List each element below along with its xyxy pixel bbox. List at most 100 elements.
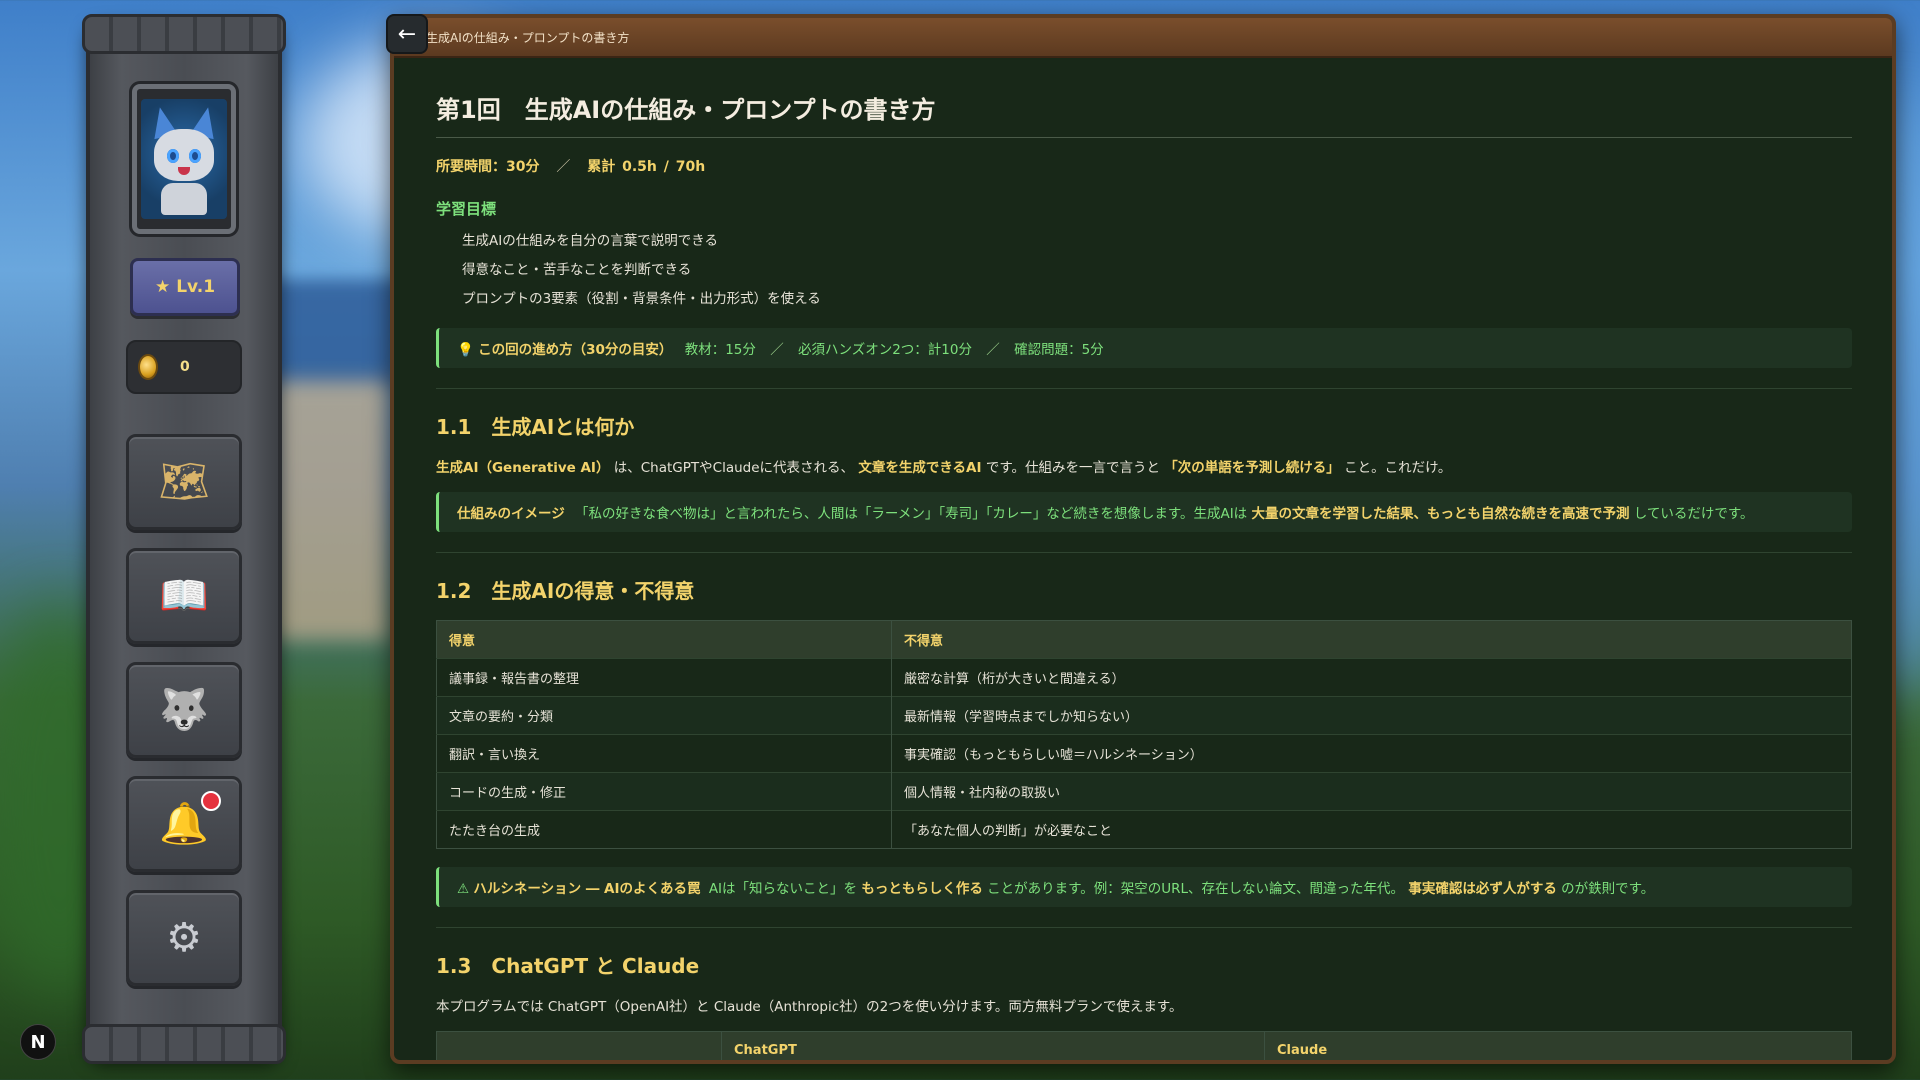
section-heading-1-2: 1.2 生成AIの得意・不得意	[436, 579, 695, 603]
hallucination-callout: ⚠ ハルシネーション ― AIのよくある罠 AIは「知らないこと」を もっともら…	[436, 867, 1852, 907]
coin-icon	[138, 354, 158, 380]
table-cell: 「あなた個人の判断」が必要なこと	[891, 810, 1852, 849]
level-badge: ★ Lv.1	[130, 258, 240, 316]
warning-title: ハルシネーション ― AIのよくある罠	[473, 881, 701, 897]
emphasis: 「次の単語を予測し続ける」	[1164, 460, 1340, 476]
comparison-table: ChatGPT Claude	[436, 1031, 1852, 1060]
lesson-panel: 生成AIの仕組み・プロンプトの書き方 第1回 生成AIの仕組み・プロンプトの書き…	[390, 14, 1896, 1064]
text-span: 「私の好きな食べ物は」と言われたら、人間は「ラーメン」「寿司」「カレー」など続き…	[575, 506, 1248, 522]
divider	[436, 927, 1852, 928]
text-span: しているだけです。	[1633, 506, 1754, 522]
table-cell: コードの生成・修正	[436, 772, 892, 811]
table-cell: たたき台の生成	[436, 810, 892, 849]
avatar-image	[141, 99, 227, 219]
total-time: 累計 0.5h / 70h	[587, 159, 706, 175]
coin-counter: 0	[126, 340, 242, 394]
sidebar-item-map[interactable]: 🗺	[126, 434, 242, 530]
text-span: AIは「知らないこと」を	[708, 881, 858, 897]
star-icon: ★	[154, 277, 171, 297]
table-row: 文章の要約・分類 最新情報（学習時点までしか知らない）	[436, 696, 1852, 735]
text-span: のが鉄則です。	[1561, 881, 1655, 897]
sidebar-item-character[interactable]: 🐺	[126, 662, 242, 758]
sidebar-item-book[interactable]: 📖	[126, 548, 242, 644]
warning-icon: ⚠	[457, 881, 470, 897]
mechanism-callout: 仕組みのイメージ 「私の好きな食べ物は」と言われたら、人間は「ラーメン」「寿司」…	[436, 492, 1852, 532]
sidebar-top-battlement	[82, 14, 286, 54]
arrow-left-icon: ←	[397, 21, 417, 47]
section-1-3-paragraph: 本プログラムでは ChatGPT（OpenAI社）と Claude（Anthro…	[436, 999, 1183, 1015]
table-cell: 議事録・報告書の整理	[436, 658, 892, 697]
n-badge[interactable]: N	[20, 1024, 56, 1060]
book-icon: 📖	[159, 573, 209, 619]
table-header	[436, 1031, 722, 1060]
list-item: プロンプトの3要素（役割・背景条件・出力形式）を使える	[462, 291, 821, 307]
required-time: 所要時間：30分	[436, 159, 540, 175]
table-header-row: 得意 不得意	[436, 620, 1852, 659]
map-icon: 🗺	[158, 459, 210, 505]
sidebar-item-settings[interactable]: ⚙	[126, 890, 242, 986]
fox-eye-icon	[167, 149, 179, 163]
back-button[interactable]: ←	[386, 14, 428, 54]
plan-separator: ／	[986, 342, 1000, 358]
strengths-weaknesses-table: 得意 不得意 議事録・報告書の整理 厳密な計算（桁が大きいと間違える） 文章の要…	[436, 620, 1852, 849]
notification-badge	[201, 791, 221, 811]
fox-body-icon	[161, 183, 207, 215]
table-row: 翻訳・言い換え 事実確認（もっともらしい嘘＝ハルシネーション）	[436, 734, 1852, 773]
table-header: 不得意	[891, 620, 1852, 659]
text-span: です。仕組みを一言で言うと	[985, 460, 1160, 476]
level-label: Lv.1	[176, 277, 216, 297]
callout-title: 仕組みのイメージ	[457, 506, 565, 522]
fox-eye-icon	[189, 149, 201, 163]
house-blur	[270, 380, 390, 640]
meta-separator: ／	[556, 159, 571, 175]
table-cell: 厳密な計算（桁が大きいと間違える）	[891, 658, 1852, 697]
table-row: コードの生成・修正 個人情報・社内秘の取扱い	[436, 772, 1852, 811]
section-heading-1-1: 1.1 生成AIとは何か	[436, 415, 635, 439]
emphasis: 文章を生成できるAI	[858, 460, 982, 476]
divider	[436, 552, 1852, 553]
table-row: たたき台の生成 「あなた個人の判断」が必要なこと	[436, 810, 1852, 849]
lightbulb-icon: 💡	[457, 342, 474, 358]
table-cell: 翻訳・言い換え	[436, 734, 892, 773]
panel-header: 生成AIの仕組み・プロンプトの書き方	[394, 18, 1892, 58]
table-cell: 最新情報（学習時点までしか知らない）	[891, 696, 1852, 735]
emphasis: 事実確認は必ず人がする	[1408, 881, 1557, 897]
table-header: 得意	[436, 620, 892, 659]
list-item: 得意なこと・苦手なことを判断できる	[462, 262, 692, 278]
text-span: ことがあります。例：架空のURL、存在しない論文、間違った年代。	[987, 881, 1405, 897]
term-generative-ai: 生成AI（Generative AI）	[436, 460, 610, 476]
sidebar: ★ Lv.1 0 🗺 📖 🐺 🔔 ⚙	[82, 14, 286, 1064]
lesson-content[interactable]: 第1回 生成AIの仕組み・プロンプトの書き方 所要時間：30分 ／ 累計 0.5…	[394, 58, 1892, 1060]
page-title: 第1回 生成AIの仕組み・プロンプトの書き方	[436, 90, 1852, 138]
text-span: は、ChatGPTやClaudeに代表される、	[613, 460, 855, 476]
divider	[436, 388, 1852, 389]
text-span: こと。これだけ。	[1344, 460, 1452, 476]
table-cell: 文章の要約・分類	[436, 696, 892, 735]
gear-icon: ⚙	[166, 915, 202, 961]
plan-part: 確認問題：5分	[1014, 342, 1104, 358]
sidebar-item-notifications[interactable]: 🔔	[126, 776, 242, 872]
plan-part: 必須ハンズオン2つ：計10分	[797, 342, 972, 358]
section-heading-1-3: 1.3 ChatGPT と Claude	[436, 954, 700, 978]
plan-callout: 💡 この回の進め方（30分の目安） 教材：15分 ／ 必須ハンズオン2つ：計10…	[436, 328, 1852, 368]
time-meta: 所要時間：30分 ／ 累計 0.5h / 70h	[436, 156, 1852, 176]
plan-separator: ／	[770, 342, 784, 358]
panel-header-title: 生成AIの仕組み・プロンプトの書き方	[426, 30, 630, 45]
bell-icon: 🔔	[159, 801, 209, 847]
section-1-1-paragraph: 生成AI（Generative AI） は、ChatGPTやClaudeに代表さ…	[436, 456, 1852, 476]
list-item: 生成AIの仕組みを自分の言葉で説明できる	[462, 233, 718, 249]
table-cell: 個人情報・社内秘の取扱い	[891, 772, 1852, 811]
table-row: 議事録・報告書の整理 厳密な計算（桁が大きいと間違える）	[436, 658, 1852, 697]
plan-callout-title: この回の進め方（30分の目安）	[478, 342, 673, 358]
coin-count: 0	[180, 359, 190, 375]
table-header-row: ChatGPT Claude	[436, 1031, 1852, 1060]
emphasis: もっともらしく作る	[861, 881, 983, 897]
avatar[interactable]	[132, 84, 236, 234]
table-header: ChatGPT	[721, 1031, 1265, 1060]
table-header: Claude	[1264, 1031, 1852, 1060]
table-cell: 事実確認（もっともらしい嘘＝ハルシネーション）	[891, 734, 1852, 773]
goals-heading: 学習目標	[436, 200, 497, 218]
emphasis: 大量の文章を学習した結果、もっとも自然な続きを高速で予測	[1251, 506, 1630, 522]
character-icon: 🐺	[159, 687, 209, 733]
plan-part: 教材：15分	[684, 342, 756, 358]
